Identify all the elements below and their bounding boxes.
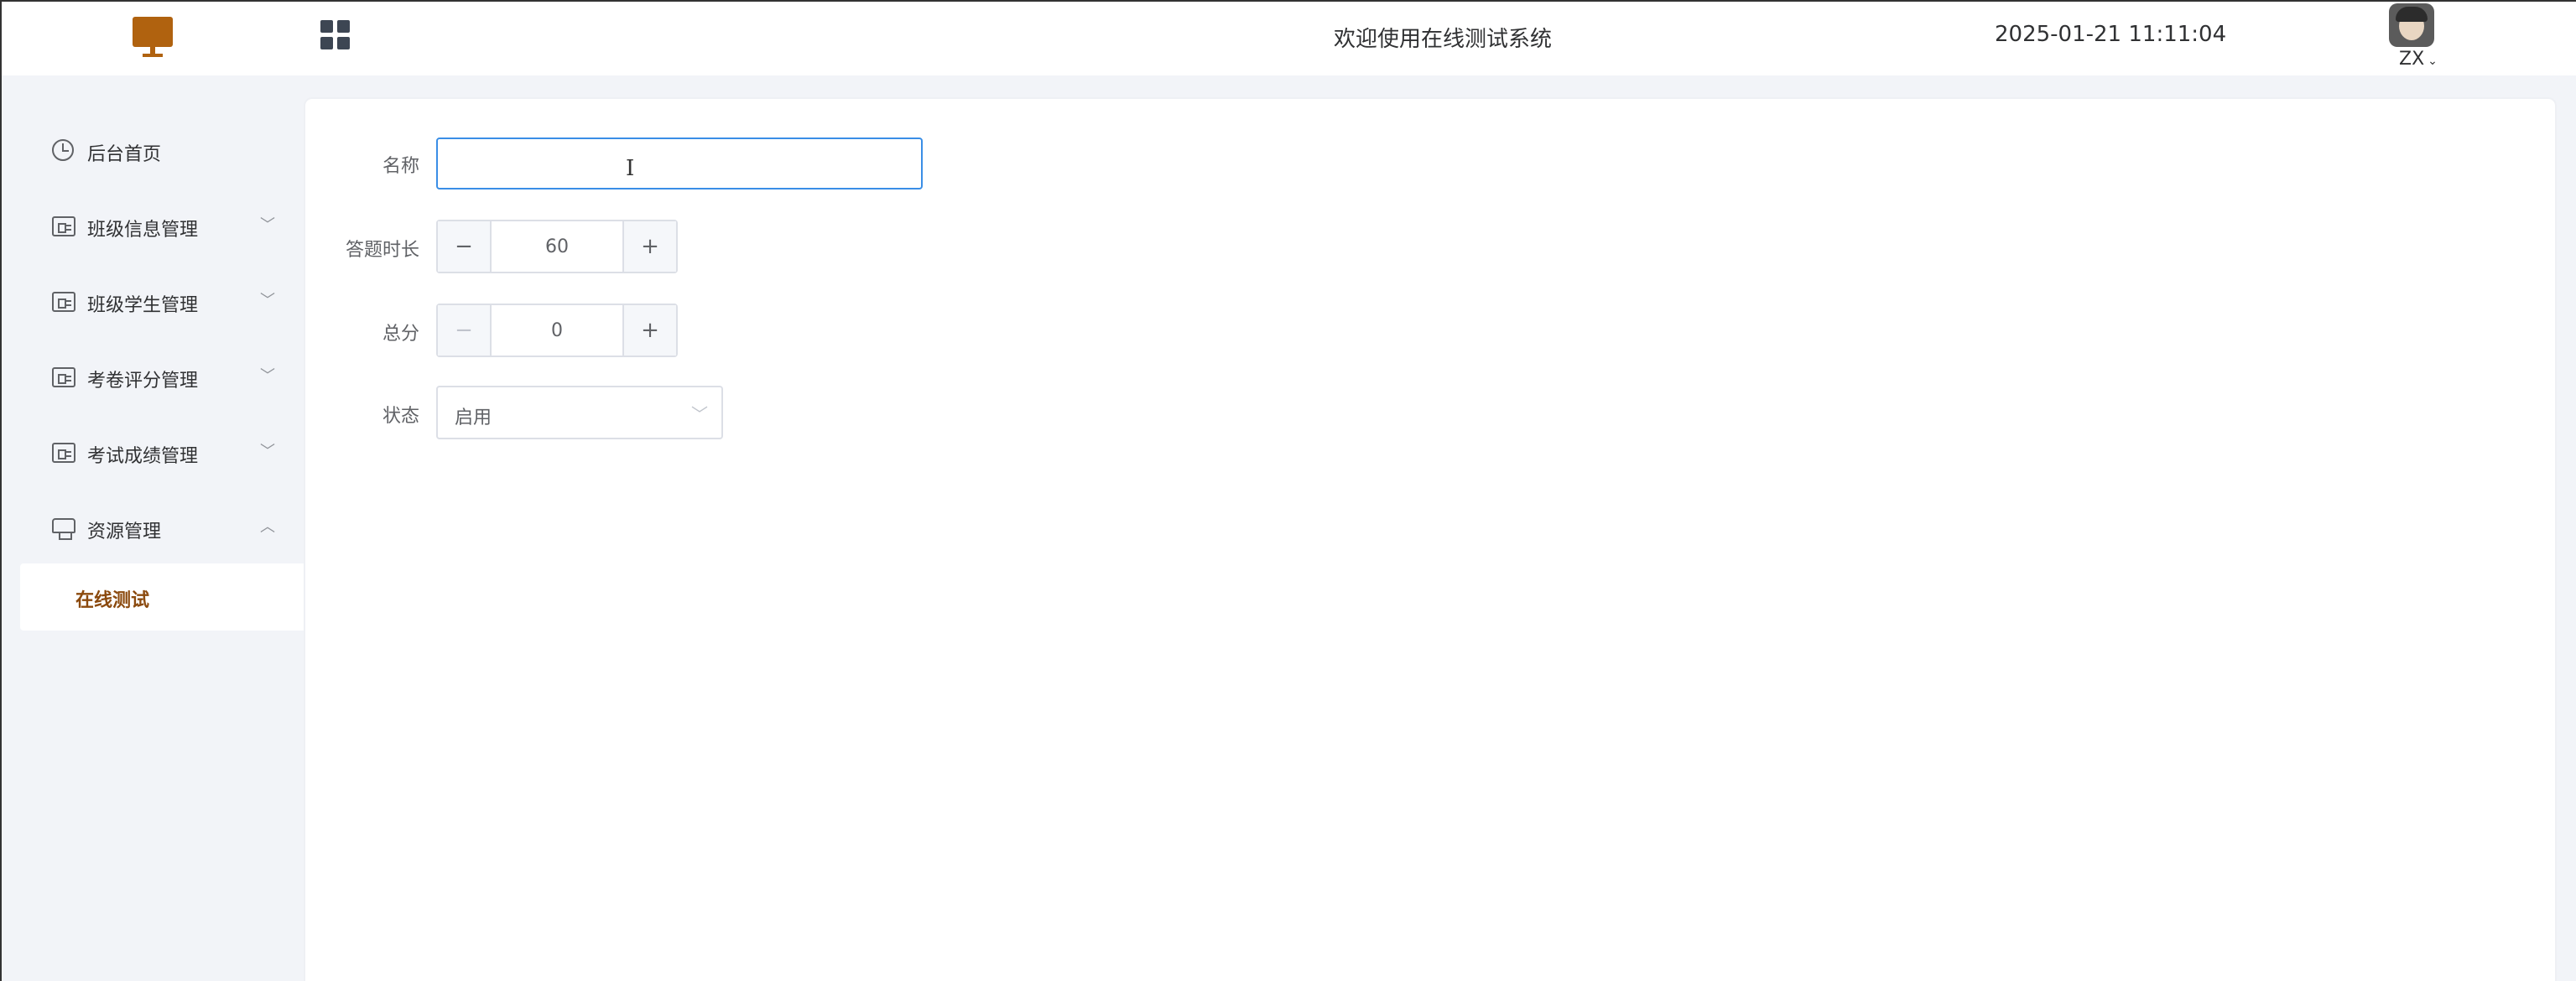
sidebar-item-label: 考卷评分管理 [87,371,199,392]
duration-decrease-button[interactable]: − [438,221,492,272]
top-header: 欢迎使用在线测试系统 2025-01-21 11:11:04 ZX ⌄ [0,0,2576,75]
sidebar-item-label: 资源管理 [87,522,162,542]
welcome-text: 欢迎使用在线测试系统 [1334,27,1553,52]
chevron-down-icon: ﹀ [260,443,275,460]
resource-icon [52,518,75,540]
score-increase-button[interactable]: + [622,305,676,356]
score-stepper: − 0 + [436,304,678,357]
sidebar-item-exam-grading[interactable]: 考卷评分管理 ﹀ [2,352,304,402]
sidebar-item-home[interactable]: 后台首页 [2,126,304,176]
datetime-display: 2025-01-21 11:11:04 [1995,22,2227,47]
sidebar-item-label: 考试成绩管理 [87,446,199,467]
chevron-down-icon: ﹀ [260,292,275,309]
status-select[interactable]: 启用 ﹀ [436,386,723,439]
sidebar-item-label: 班级学生管理 [87,295,199,316]
score-value[interactable]: 0 [492,305,622,356]
duration-stepper: − 60 + [436,220,678,273]
user-dropdown[interactable]: ZX ⌄ [2399,49,2438,70]
name-label: 名称 [382,156,420,177]
card-icon [52,216,75,236]
avatar[interactable] [2389,3,2434,47]
sidebar-item-class-students[interactable]: 班级学生管理 ﹀ [2,277,304,327]
status-selected-value: 启用 [455,407,492,428]
chevron-down-icon: ﹀ [260,216,275,234]
card-icon [52,443,75,463]
clock-icon [52,139,74,161]
sidebar-item-label: 后台首页 [87,144,162,165]
chevron-down-icon: ﹀ [260,367,275,385]
sidebar-subitem-online-test[interactable]: 在线测试 [20,563,304,631]
chevron-down-icon: ⌄ [2428,54,2438,68]
sidebar-subitem-label: 在线测试 [75,590,150,611]
sidebar-item-resources[interactable]: 资源管理 ︿ [2,503,304,553]
score-decrease-button[interactable]: − [438,305,492,356]
sidebar-item-class-info[interactable]: 班级信息管理 ﹀ [2,201,304,252]
sidebar-item-label: 班级信息管理 [87,220,199,241]
duration-value[interactable]: 60 [492,221,622,272]
name-input[interactable] [436,138,923,189]
user-name-label: ZX [2399,49,2425,70]
sidebar-item-exam-scores[interactable]: 考试成绩管理 ﹀ [2,428,304,478]
duration-label: 答题时长 [346,240,420,261]
score-label: 总分 [382,324,420,345]
chevron-up-icon: ︿ [260,518,275,536]
monitor-logo-icon [133,17,173,57]
chevron-down-icon: ﹀ [691,404,708,424]
card-icon [52,292,75,312]
card-icon [52,367,75,387]
duration-increase-button[interactable]: + [622,221,676,272]
text-cursor-icon: I [626,156,635,181]
grid-menu-icon[interactable] [320,20,351,50]
status-label: 状态 [382,406,420,427]
sidebar: 后台首页 班级信息管理 ﹀ 班级学生管理 ﹀ 考卷评分管理 ﹀ 考试成绩管理 ﹀… [2,75,304,981]
